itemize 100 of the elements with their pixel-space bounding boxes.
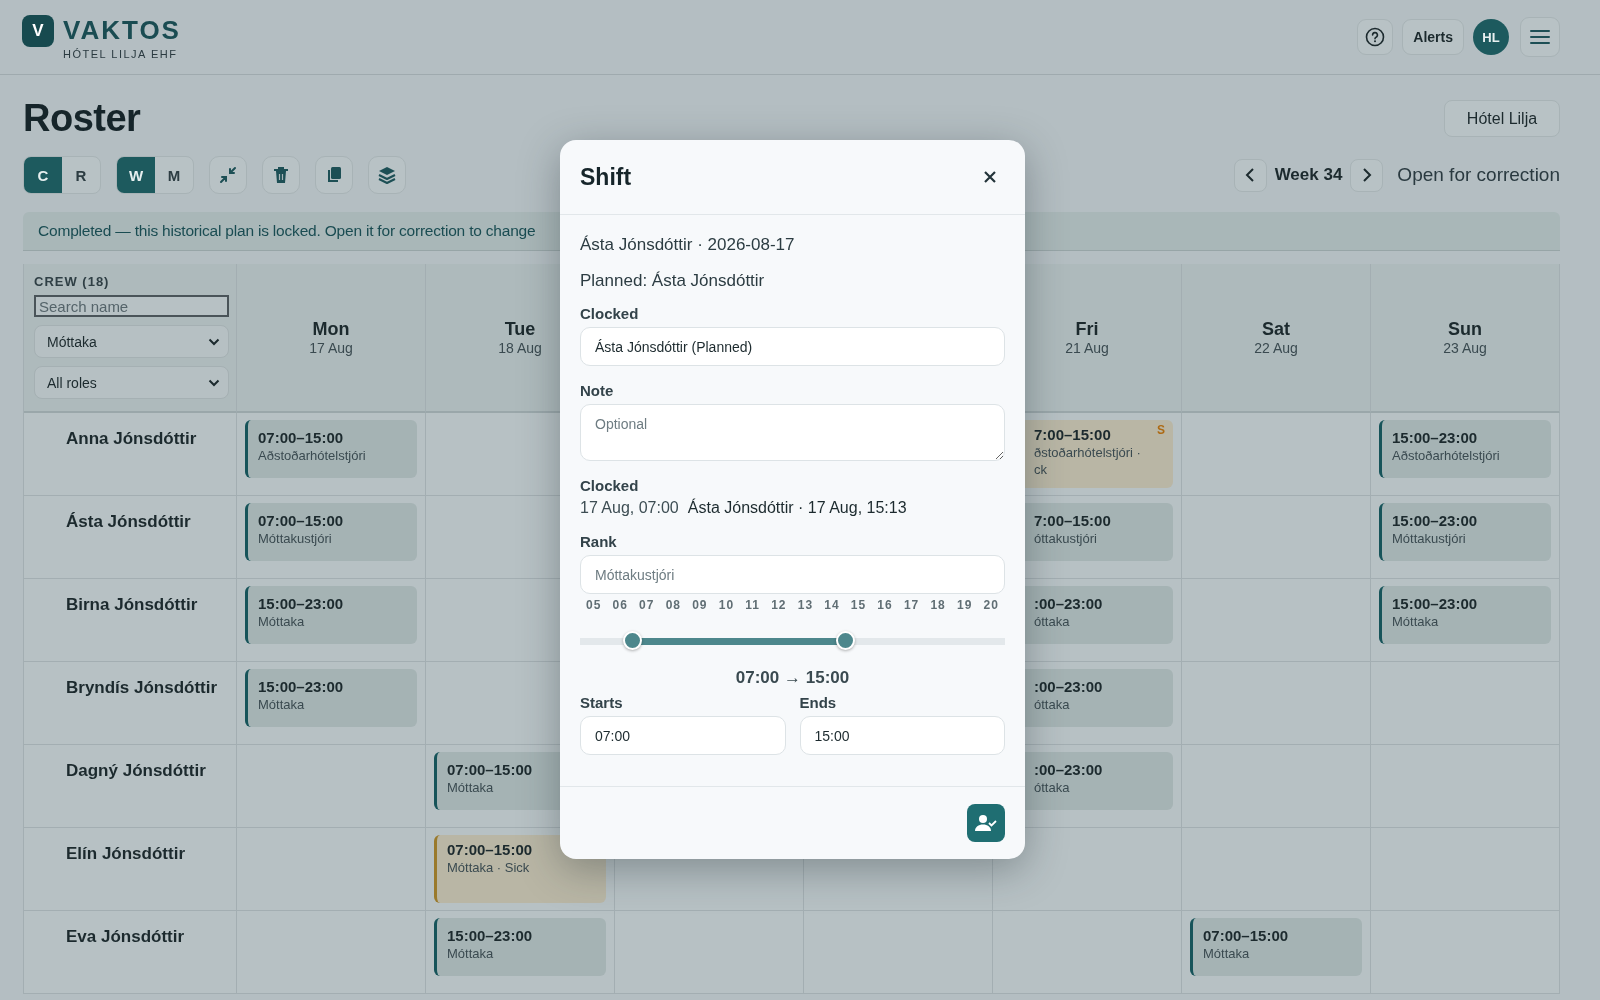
shift-time: 07:00–15:00	[258, 512, 344, 529]
shift-card[interactable]: 15:00–23:00 Móttaka	[245, 669, 417, 727]
start-time-field[interactable]: 07:00	[580, 716, 786, 755]
hour-tick: 08	[665, 598, 681, 612]
collapse-arrows-icon	[219, 166, 237, 184]
day-date: 18 Aug	[498, 340, 542, 356]
hour-tick: 09	[692, 598, 708, 612]
hour-tick: 13	[797, 598, 814, 612]
clock-out-text: Ásta Jónsdóttir · 17 Aug, 15:13	[687, 499, 907, 517]
delete-button[interactable]	[262, 156, 300, 194]
filter-select[interactable]: All roles	[34, 366, 229, 399]
layers-icon	[378, 166, 396, 184]
hour-tick: 11	[745, 598, 760, 612]
shift-role: Móttakustjóri	[258, 531, 332, 546]
shift-role: óttaka	[1034, 697, 1070, 712]
hour-tick: 10	[718, 598, 735, 612]
hour-tick: 14	[824, 598, 840, 612]
shift-role: Aðstoðarhótelstjóri	[258, 448, 366, 463]
shift-role: óttakustjóri	[1034, 531, 1097, 546]
mode-tab[interactable]: C	[24, 157, 62, 193]
shift-card[interactable]: 15:00–23:00 Móttakustjóri	[1379, 503, 1551, 561]
shift-time: :00–23:00	[1034, 678, 1103, 695]
shift-time: 15:00–23:00	[1392, 595, 1478, 612]
chevron-left-icon	[1245, 167, 1256, 183]
day-name: Mon	[312, 319, 350, 340]
shift-role: Móttaka	[1392, 614, 1439, 629]
search-field[interactable]: Search name	[34, 295, 229, 317]
shift-role: Móttaka	[258, 697, 305, 712]
hour-tick: 05	[586, 598, 602, 612]
company-name: HÓTEL LILJA EHF	[63, 47, 179, 60]
help-icon	[1365, 27, 1386, 47]
crew-member-name: Ásta Jónsdóttir	[66, 512, 191, 531]
field-label: Note	[580, 382, 615, 399]
shift-role: Aðstoðarhótelstjóri	[1392, 448, 1500, 463]
clock-in-text: 17 Aug, 07:00	[580, 499, 679, 517]
help-button[interactable]	[1357, 19, 1394, 55]
mode-tab[interactable]: R	[62, 157, 100, 193]
view-tab[interactable]: W	[117, 157, 155, 193]
hour-tick: 19	[957, 598, 973, 612]
shift-role: Móttaka	[1203, 946, 1250, 961]
chevron-down-icon	[208, 378, 220, 387]
trash-icon	[273, 166, 289, 184]
alerts-button[interactable]: Alerts	[1402, 19, 1464, 55]
layers-button[interactable]	[368, 156, 406, 194]
hour-tick: 15	[850, 598, 867, 612]
field-label: Starts	[580, 694, 624, 711]
time-range-text: 07:00 → 15:00	[735, 668, 850, 688]
view-tab[interactable]: M	[155, 157, 193, 193]
shift-time: 15:00–23:00	[258, 678, 344, 695]
next-week-button[interactable]	[1350, 158, 1384, 192]
day-name: Sun	[1448, 319, 1482, 340]
shift-time: 07:00–15:00	[447, 841, 533, 858]
avatar-button[interactable]: HL	[1473, 19, 1509, 55]
shift-card[interactable]: 07:00–15:00 Aðstoðarhótelstjóri	[245, 420, 417, 478]
shift-card[interactable]: 07:00–15:00 Móttaka	[1190, 918, 1362, 976]
shift-card[interactable]: 15:00–23:00 Móttaka	[1379, 586, 1551, 644]
crew-member-name: Birna Jónsdóttir	[66, 595, 198, 614]
end-time-field[interactable]: 15:00	[799, 716, 1005, 755]
copy-icon	[326, 166, 342, 184]
collapse-button[interactable]	[209, 156, 247, 194]
crew-heading: CREW (18)	[34, 274, 111, 289]
shift-role: ck	[1034, 462, 1047, 477]
shift-card[interactable]: 15:00–23:00 Móttaka	[434, 918, 606, 976]
hour-tick: 12	[771, 598, 787, 612]
note-field[interactable]: Optional	[580, 404, 1005, 461]
page-title: Roster	[23, 97, 141, 140]
day-date: 21 Aug	[1065, 340, 1109, 356]
menu-button[interactable]	[1520, 17, 1560, 57]
day-name: Sat	[1262, 319, 1290, 340]
dialog-title: Shift	[580, 163, 632, 191]
shift-card[interactable]: 15:00–23:00 Móttaka	[245, 586, 417, 644]
crew-member-name: Anna Jónsdóttir	[66, 429, 197, 448]
rank-field[interactable]: Móttakustjóri	[580, 555, 1005, 594]
day-name: Tue	[504, 319, 536, 340]
slider-thumb[interactable]	[835, 631, 855, 650]
shift-time: 07:00–15:00	[447, 761, 533, 778]
hour-tick: 18	[930, 598, 946, 612]
shift-time: 07:00–15:00	[258, 429, 344, 446]
hour-tick: 17	[903, 598, 920, 612]
filter-select[interactable]: Móttaka	[34, 325, 229, 358]
clocked-select[interactable]: Ásta Jónsdóttir (Planned)	[580, 327, 1005, 366]
shift-role: óttaka	[1034, 780, 1070, 795]
slider-thumb[interactable]	[623, 631, 643, 650]
shift-card[interactable]: 07:00–15:00 Móttaka · Sick	[434, 835, 606, 903]
shift-card[interactable]: 15:00–23:00 Aðstoðarhótelstjóri	[1379, 420, 1551, 478]
shift-role: Móttaka	[447, 946, 494, 961]
day-date: 23 Aug	[1443, 340, 1487, 356]
close-icon	[984, 171, 996, 183]
assign-button[interactable]	[967, 804, 1005, 842]
brand-name: VAKTOS	[63, 15, 181, 46]
copy-button[interactable]	[315, 156, 353, 194]
shift-card[interactable]: 07:00–15:00 Móttakustjóri	[245, 503, 417, 561]
previous-week-button[interactable]	[1233, 158, 1267, 192]
field-label: Clocked	[580, 305, 640, 322]
shift-role: Móttaka · Sick	[447, 860, 530, 875]
menu-icon	[1530, 29, 1550, 45]
open-for-correction-link[interactable]: Open for correction	[1397, 164, 1560, 186]
shift-role: ðstoðarhótelstjóri ·	[1034, 445, 1141, 460]
property-button[interactable]: Hótel Lilja	[1444, 100, 1560, 137]
field-label: Rank	[580, 533, 618, 550]
